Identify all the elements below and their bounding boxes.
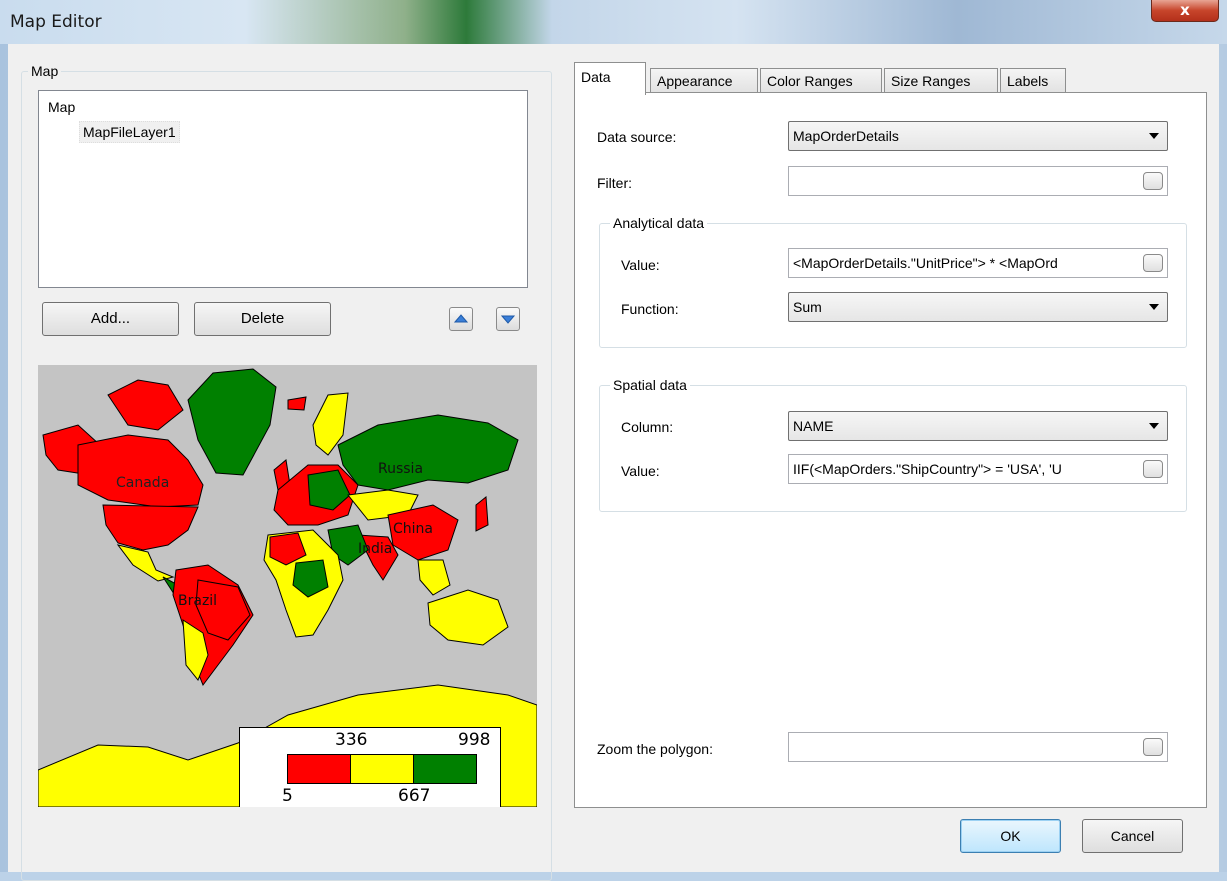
move-up-button[interactable] [449, 307, 473, 331]
label-canada: Canada [116, 475, 169, 491]
japan-shape [475, 496, 489, 532]
se-asia-shape [417, 559, 451, 596]
spatial-value-field[interactable]: IIF(<MapOrders."ShipCountry"> = 'USA', '… [788, 454, 1168, 484]
data-source-select[interactable]: MapOrderDetails [788, 121, 1168, 151]
spatial-value-expression-button[interactable] [1143, 460, 1163, 478]
function-value: Sum [793, 299, 822, 315]
legend-swatch-green [413, 754, 477, 784]
analytical-value-expression-button[interactable] [1143, 254, 1163, 272]
move-down-button[interactable] [496, 307, 520, 331]
zoom-polygon-label: Zoom the polygon: [597, 741, 713, 757]
cancel-button[interactable]: Cancel [1082, 819, 1183, 853]
layer-tree[interactable]: Map MapFileLayer1 [38, 90, 528, 288]
tab-appearance[interactable]: Appearance [650, 68, 758, 94]
label-brazil: Brazil [178, 593, 217, 609]
column-label: Column: [621, 419, 674, 435]
australia-shape [427, 589, 509, 646]
add-button[interactable]: Add... [42, 302, 179, 336]
tab-color-ranges[interactable]: Color Ranges [760, 68, 882, 94]
data-source-value: MapOrderDetails [793, 128, 899, 144]
tab-size-ranges[interactable]: Size Ranges [884, 68, 998, 94]
usa-shape [102, 504, 199, 551]
chevron-down-icon [1149, 133, 1159, 139]
map-preview: Canada Russia China India Brazil 336 998… [38, 365, 537, 807]
spatial-data-group: Spatial data [599, 377, 1187, 512]
tab-labels[interactable]: Labels [1000, 68, 1066, 94]
russia-shape [337, 414, 519, 491]
filter-expression-button[interactable] [1143, 172, 1163, 190]
greenland-shape [187, 368, 277, 476]
spatial-value-text: IIF(<MapOrders."ShipCountry"> = 'USA', '… [793, 461, 1062, 477]
legend-value-667: 667 [398, 786, 431, 806]
mexico-shape [116, 544, 175, 582]
iceland-shape [287, 396, 307, 411]
function-label: Function: [621, 301, 679, 317]
analytical-value-field[interactable]: <MapOrderDetails."UnitPrice"> * <MapOrd [788, 248, 1168, 278]
tree-node-mapfilelayer[interactable]: MapFileLayer1 [79, 121, 180, 143]
analytical-data-group: Analytical data [599, 215, 1187, 348]
close-button[interactable]: x [1151, 0, 1219, 22]
tab-data[interactable]: Data [574, 62, 646, 95]
spatial-data-caption: Spatial data [610, 377, 690, 393]
arrow-down-icon [500, 315, 516, 324]
analytical-value-label: Value: [621, 257, 660, 273]
legend-swatch-yellow [350, 754, 414, 784]
legend-value-336: 336 [335, 730, 368, 750]
ok-button[interactable]: OK [960, 819, 1061, 853]
column-select[interactable]: NAME [788, 411, 1168, 441]
arrow-up-icon [453, 314, 469, 323]
zoom-polygon-field[interactable] [788, 732, 1168, 762]
canada-islands-shape [107, 379, 184, 431]
zoom-polygon-button[interactable] [1143, 738, 1163, 756]
dialog-client: Map Map MapFileLayer1 Add... Delete Cana… [8, 44, 1219, 881]
close-icon: x [1180, 1, 1190, 19]
delete-button[interactable]: Delete [194, 302, 331, 336]
filter-label: Filter: [597, 175, 632, 191]
legend-swatch-red [287, 754, 351, 784]
color-legend: 336 998 5 667 [239, 727, 501, 807]
data-tab-panel: Data source: MapOrderDetails Filter: Ana… [574, 92, 1207, 808]
canada-shape [77, 434, 204, 508]
window-title: Map Editor [10, 12, 102, 32]
chevron-down-icon [1149, 304, 1159, 310]
data-source-label: Data source: [597, 129, 677, 145]
column-value: NAME [793, 418, 834, 434]
filter-field[interactable] [788, 166, 1168, 196]
tree-node-map[interactable]: Map [48, 99, 75, 115]
title-bar[interactable]: Map Editor x [0, 0, 1227, 44]
label-russia: Russia [378, 461, 423, 477]
label-china: China [393, 521, 433, 537]
spatial-value-label: Value: [621, 463, 660, 479]
legend-value-998: 998 [458, 730, 491, 750]
analytical-value-text: <MapOrderDetails."UnitPrice"> * <MapOrd [793, 255, 1058, 271]
chevron-down-icon [1149, 423, 1159, 429]
legend-value-5: 5 [282, 786, 293, 806]
label-india: India [358, 541, 392, 557]
function-select[interactable]: Sum [788, 292, 1168, 322]
map-group-caption: Map [28, 63, 62, 79]
analytical-data-caption: Analytical data [610, 215, 708, 231]
map-editor-window: Map Editor x Map Map MapFileLayer1 Add..… [0, 0, 1227, 881]
